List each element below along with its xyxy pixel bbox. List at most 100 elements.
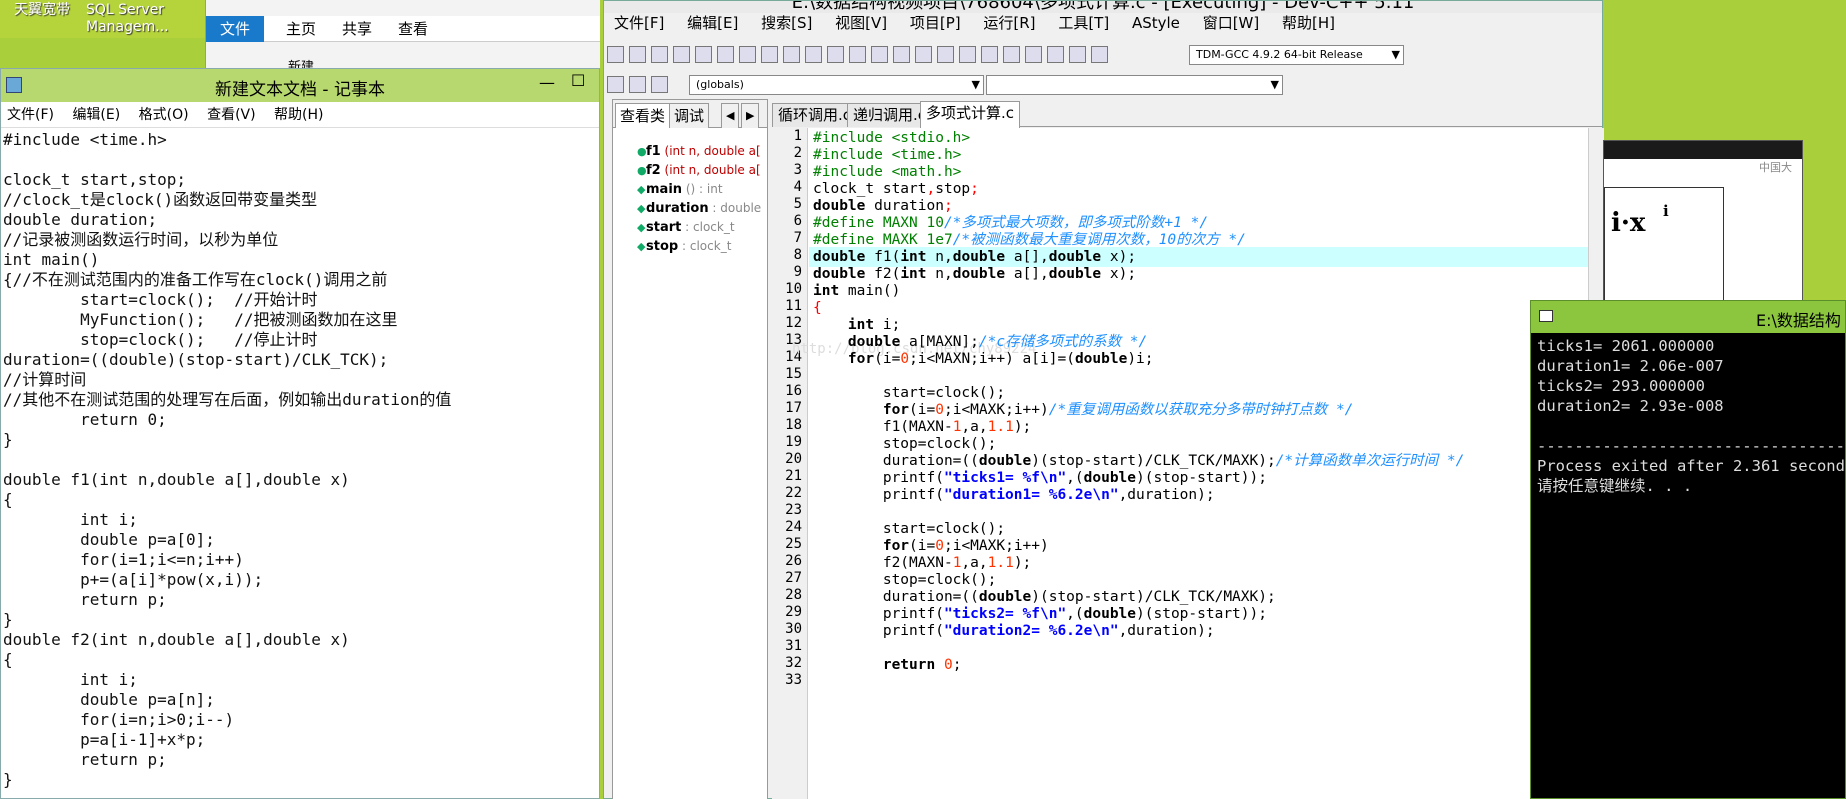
- member-select[interactable]: ▼: [986, 75, 1283, 95]
- class-item-detail: : clock_t: [678, 239, 732, 253]
- class-item[interactable]: ●f1 (int n, double a[: [637, 144, 767, 159]
- code-editor[interactable]: 1 2 3 4 5 6 7 8 9 10 11 12 13 14 15 16 17 18 19 20 21 22 23 24 2…: [772, 128, 1588, 799]
- devcpp-menubar: 文件[F] 编辑[E] 搜索[S] 视图[V] 项目[P] 运行[R] 工具[T…: [604, 13, 1602, 33]
- formula-superscript: i: [1663, 202, 1669, 220]
- image-viewer-titlebar[interactable]: [1604, 141, 1802, 159]
- chevron-down-icon: ▼: [1270, 78, 1279, 91]
- compiler-select[interactable]: TDM-GCC 4.9.2 64-bit Release ▼: [1189, 45, 1404, 65]
- save-icon[interactable]: [651, 46, 668, 63]
- print-icon[interactable]: [739, 46, 756, 63]
- class-item[interactable]: ◆duration : double: [637, 201, 767, 216]
- variable-icon: ◆: [637, 183, 646, 196]
- close-all-icon[interactable]: [717, 46, 734, 63]
- class-item[interactable]: ◆main () : int: [637, 182, 767, 197]
- toggle-icon[interactable]: [629, 76, 646, 93]
- console-output[interactable]: ticks1= 2061.000000 duration1= 2.06e-007…: [1531, 333, 1846, 499]
- scope-select[interactable]: (globals) ▼: [689, 75, 984, 95]
- maximize-icon[interactable]: ☐: [571, 71, 585, 90]
- menu-help[interactable]: 帮助(H): [274, 107, 323, 123]
- ribbon-tab-view[interactable]: 查看: [384, 16, 442, 42]
- bookmark-icon[interactable]: [893, 46, 910, 63]
- devcpp-titlebar[interactable]: E:\数据结构视频项目\768604\多项式计算.c - [Executing]…: [604, 1, 1602, 13]
- dv-menu-view[interactable]: 视图[V]: [835, 14, 887, 32]
- desktop-icon-broadband[interactable]: 天翼宽带: [14, 2, 70, 19]
- notepad-text-area[interactable]: #include <time.h> clock_t start,stop; //…: [1, 128, 599, 792]
- replace-icon[interactable]: [827, 46, 844, 63]
- dv-menu-tools[interactable]: 工具[T]: [1058, 14, 1109, 32]
- chevron-down-icon: ▼: [971, 78, 980, 91]
- stop-icon[interactable]: [1047, 46, 1064, 63]
- line-number: 7: [793, 230, 802, 246]
- rebuild-icon[interactable]: [1003, 46, 1020, 63]
- minimize-icon[interactable]: —: [539, 73, 555, 92]
- dv-menu-project[interactable]: 项目[P]: [910, 14, 961, 32]
- find-icon[interactable]: [805, 46, 822, 63]
- tab-scroll-right-icon[interactable]: ▶: [741, 103, 760, 128]
- undo-icon[interactable]: [761, 46, 778, 63]
- menu-file[interactable]: 文件(F): [7, 107, 54, 123]
- ribbon-tab-home[interactable]: 主页: [272, 16, 330, 42]
- class-item-name: duration: [646, 201, 709, 216]
- code-line: int main(): [813, 283, 901, 299]
- class-item-detail: (int n, double a[: [660, 144, 761, 158]
- chart-icon[interactable]: [1069, 46, 1086, 63]
- variable-icon: ◆: [637, 221, 646, 234]
- code-line: printf("duration1= %6.2e\n",duration);: [813, 487, 1215, 503]
- compiler-value: TDM-GCC 4.9.2 64-bit Release: [1196, 48, 1363, 61]
- indent-icon[interactable]: [871, 46, 888, 63]
- redo-icon[interactable]: [783, 46, 800, 63]
- open-icon[interactable]: [629, 46, 646, 63]
- function-icon: ●: [637, 164, 647, 177]
- check-icon[interactable]: [1025, 46, 1042, 63]
- line-number-gutter: 1 2 3 4 5 6 7 8 9 10 11 12 13 14 15 16 17 18 19 20 21 22 23 24 2…: [772, 128, 808, 799]
- insert-icon[interactable]: [607, 76, 624, 93]
- line-number: 9: [793, 264, 802, 280]
- dv-menu-search[interactable]: 搜索[S]: [761, 14, 812, 32]
- line-number: 26: [785, 553, 802, 569]
- class-item[interactable]: ◆stop : clock_t: [637, 239, 767, 254]
- devcpp-window: E:\数据结构视频项目\768604\多项式计算.c - [Executing]…: [603, 0, 1604, 799]
- class-item[interactable]: ●f2 (int n, double a[: [637, 163, 767, 178]
- class-item-name: start: [646, 220, 682, 235]
- console-title: E:\数据结构: [1756, 311, 1841, 330]
- desktop-icon-sql-server[interactable]: SQL Server Managem...: [86, 2, 169, 36]
- compile-run-icon[interactable]: [981, 46, 998, 63]
- class-item[interactable]: ◆start : clock_t: [637, 220, 767, 235]
- tab-class-view[interactable]: 查看类: [615, 103, 671, 128]
- close-icon[interactable]: [695, 46, 712, 63]
- function-icon: ●: [637, 145, 647, 158]
- dv-menu-file[interactable]: 文件[F]: [614, 14, 664, 32]
- line-number: 4: [793, 179, 802, 195]
- brand-text: 中国大: [1759, 161, 1792, 174]
- console-window: E:\数据结构 ticks1= 2061.000000 duration1= 2…: [1530, 300, 1846, 799]
- tab-loop-call[interactable]: 循环调用.c: [772, 103, 858, 127]
- ribbon-tab-share[interactable]: 共享: [328, 16, 386, 42]
- code-line: for(i=0;i<MAXN;i++) a[i]=(double)i;: [847, 351, 1154, 367]
- tab-polynomial[interactable]: 多项式计算.c: [920, 101, 1021, 128]
- dv-menu-edit[interactable]: 编辑[E]: [687, 14, 738, 32]
- ribbon-tab-file[interactable]: 文件: [206, 16, 265, 42]
- dv-menu-help[interactable]: 帮助[H]: [1282, 14, 1335, 32]
- line-number: 11: [785, 298, 802, 314]
- menu-edit[interactable]: 编辑(E): [72, 107, 120, 123]
- menu-format[interactable]: 格式(O): [139, 107, 189, 123]
- save-all-icon[interactable]: [673, 46, 690, 63]
- dv-menu-window[interactable]: 窗口[W]: [1203, 14, 1260, 32]
- goto-bookmark-icon[interactable]: [651, 76, 668, 93]
- line-number: 23: [785, 502, 802, 518]
- console-titlebar[interactable]: E:\数据结构: [1531, 301, 1845, 333]
- tab-scroll-left-icon[interactable]: ◀: [721, 103, 740, 128]
- compile-icon[interactable]: [937, 46, 954, 63]
- notepad-titlebar[interactable]: 新建文本文档 - 记事本 — ☐: [1, 69, 599, 102]
- class-item-detail: : double: [708, 201, 762, 215]
- run-icon[interactable]: [959, 46, 976, 63]
- notepad-title: 新建文本文档 - 记事本: [215, 80, 385, 100]
- debug-icon[interactable]: [1091, 46, 1108, 63]
- dv-menu-run[interactable]: 运行[R]: [983, 14, 1035, 32]
- new-file-icon[interactable]: [607, 46, 624, 63]
- menu-view[interactable]: 查看(V): [207, 107, 256, 123]
- dv-menu-astyle[interactable]: AStyle: [1132, 14, 1180, 32]
- class-browser-icon[interactable]: [915, 46, 932, 63]
- goto-icon[interactable]: [849, 46, 866, 63]
- tab-debug[interactable]: 调试: [669, 103, 710, 128]
